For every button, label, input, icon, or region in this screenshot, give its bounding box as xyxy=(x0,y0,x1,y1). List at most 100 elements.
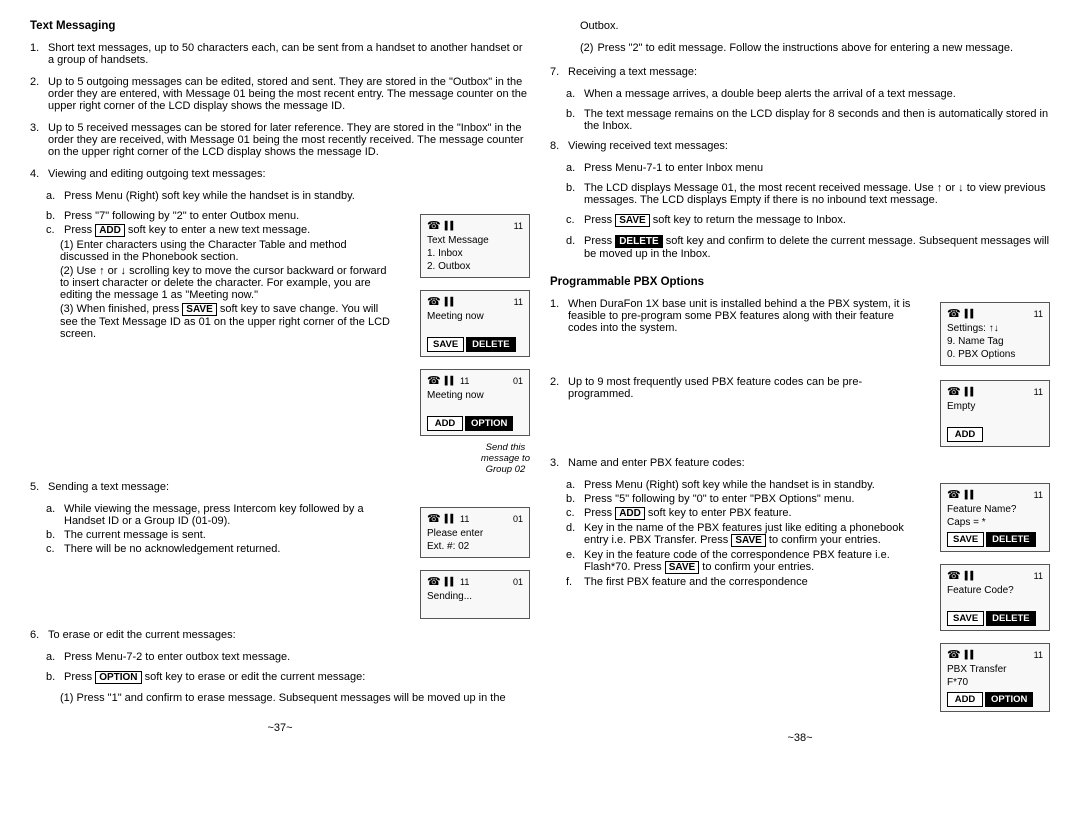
phone-icon: ☎ xyxy=(427,219,441,232)
signal-icon: ▌▌ xyxy=(965,387,976,396)
save-btn: SAVE xyxy=(427,337,464,352)
option-btn: OPTION xyxy=(465,416,513,431)
device-screen: Settings: ↑↓ 9. Name Tag 0. PBX Options xyxy=(947,322,1043,361)
list-item: a. When a message arrives, a double beep… xyxy=(566,88,1050,100)
list-item: (1) Enter characters using the Character… xyxy=(60,239,390,263)
list-item: 5. Sending a text message: xyxy=(30,481,530,493)
message-counter: 11 xyxy=(1034,490,1043,500)
list-item: c. Press ADD soft key to enter PBX featu… xyxy=(566,507,912,520)
list-item: 4. Viewing and editing outgoing text mes… xyxy=(30,168,530,180)
list-item: b. The text message remains on the LCD d… xyxy=(566,108,1050,132)
list-item: b. The current message is sent. xyxy=(46,529,390,541)
add-key: ADD xyxy=(95,224,125,237)
phone-icon: ☎ xyxy=(427,295,441,308)
list-item: Outbox. xyxy=(580,20,1050,32)
list-item: b. Press "7" following by "2" to enter O… xyxy=(46,210,390,222)
list-item: b. The LCD displays Message 01, the most… xyxy=(566,182,1050,206)
list-item: 2. Up to 9 most frequently used PBX feat… xyxy=(550,376,912,400)
save-key: SAVE xyxy=(615,214,650,227)
signal-icon: ▌▌ xyxy=(445,577,456,586)
phone-icon: ☎ xyxy=(427,512,441,525)
device-buttons: ADD OPTION xyxy=(427,416,523,431)
balloon-text: Send thismessage toGroup 02 xyxy=(481,442,530,475)
lcd-device-1: ☎ ▌▌ 11 Text Message 1. Inbox 2. Outbox xyxy=(420,214,530,278)
signal-icon: ▌▌ xyxy=(445,221,456,230)
device-screen: Empty xyxy=(947,400,1043,424)
list-item: c. There will be no acknowledgement retu… xyxy=(46,543,390,555)
list-item: c. Press SAVE soft key to return the mes… xyxy=(566,214,1050,227)
lcd-device-6: ☎ ▌▌ 11 Settings: ↑↓ 9. Name Tag 0. PBX … xyxy=(940,302,1050,366)
message-counter: 11 xyxy=(1034,309,1043,319)
signal-icon: ▌▌ xyxy=(445,297,456,306)
lcd-device-4: ☎ ▌▌ 11 01 Please enter Ext. #: 02 xyxy=(420,507,530,558)
signal-icon: ▌▌ xyxy=(965,571,976,580)
list-item: c. Press ADD soft key to enter a new tex… xyxy=(46,224,390,237)
section-title-pbx: Programmable PBX Options xyxy=(550,276,1050,288)
page-number-left: ~37~ xyxy=(30,722,530,734)
phone-icon: ☎ xyxy=(947,488,961,501)
signal-icon: ▌▌ xyxy=(965,490,976,499)
list-item: a. While viewing the message, press Inte… xyxy=(46,503,390,527)
message-counter: 11 xyxy=(1034,571,1043,581)
list-item: 3. Name and enter PBX feature codes: xyxy=(550,457,1050,469)
list-item: a. Press Menu (Right) soft key while the… xyxy=(566,479,912,491)
save-btn: SAVE xyxy=(947,611,984,626)
right-column: Outbox. (2) Press "2" to edit message. F… xyxy=(550,20,1050,744)
phone-icon: ☎ xyxy=(947,569,961,582)
list-item: a. Press Menu (Right) soft key while the… xyxy=(46,190,530,202)
list-item: d. Key in the name of the PBX features j… xyxy=(566,522,912,547)
signal-icon: ▌▌ xyxy=(965,650,976,659)
list-item: b. Press OPTION soft key to erase or edi… xyxy=(46,671,530,684)
device-screen: Sending... xyxy=(427,590,523,614)
list-item: (1) Press "1" and confirm to erase messa… xyxy=(60,692,530,704)
phone-icon: ☎ xyxy=(947,385,961,398)
signal-icon: ▌▌ xyxy=(965,309,976,318)
save-key: SAVE xyxy=(182,303,217,316)
lcd-device-5: ☎ ▌▌ 11 01 Sending... xyxy=(420,570,530,619)
delete-btn: DELETE xyxy=(986,611,1035,626)
device-screen: Please enter Ext. #: 02 xyxy=(427,527,523,553)
device-buttons: ADD xyxy=(947,427,1043,442)
device-screen: Feature Code? xyxy=(947,584,1043,608)
device-screen: Meeting now xyxy=(427,310,523,334)
save-key: SAVE xyxy=(665,561,700,574)
signal-icon: ▌▌ xyxy=(445,376,456,385)
signal-icon: ▌▌ xyxy=(445,514,456,523)
device-screen: PBX Transfer F*70 xyxy=(947,663,1043,689)
delete-key: DELETE xyxy=(615,235,662,248)
save-key: SAVE xyxy=(731,534,766,547)
message-counter: 11 xyxy=(1034,387,1043,397)
list-item: b. Press "5" following by "0" to enter "… xyxy=(566,493,912,505)
device-buttons: SAVE DELETE xyxy=(427,337,523,352)
device-screen: Meeting now xyxy=(427,389,523,413)
phone-icon: ☎ xyxy=(947,648,961,661)
save-btn: SAVE xyxy=(947,532,984,547)
list-item: (3) When finished, press SAVE soft key t… xyxy=(60,303,390,340)
add-key: ADD xyxy=(615,507,645,520)
lcd-device-10: ☎ ▌▌ 11 PBX Transfer F*70 ADD OPTION xyxy=(940,643,1050,712)
list-item: f. The first PBX feature and the corresp… xyxy=(566,576,912,588)
phone-icon: ☎ xyxy=(427,575,441,588)
lcd-device-2: ☎ ▌▌ 11 Meeting now SAVE DELETE xyxy=(420,290,530,357)
list-item: (2) Press "2" to edit message. Follow th… xyxy=(580,42,1050,54)
device-buttons: SAVE DELETE xyxy=(947,611,1043,626)
option-key: OPTION xyxy=(95,671,141,684)
list-item: 1. When DuraFon 1X base unit is installe… xyxy=(550,298,912,334)
list-item: a. Press Menu-7-1 to enter Inbox menu xyxy=(566,162,1050,174)
list-item: 2. Up to 5 outgoing messages can be edit… xyxy=(30,76,530,112)
message-counter: 11 xyxy=(514,221,523,231)
lcd-device-8: ☎ ▌▌ 11 Feature Name? Caps = * SAVE DELE… xyxy=(940,483,1050,552)
device-screen: Feature Name? Caps = * xyxy=(947,503,1043,529)
device-buttons: ADD OPTION xyxy=(947,692,1043,707)
section-title-text-messaging: Text Messaging xyxy=(30,20,530,32)
list-item: e. Key in the feature code of the corres… xyxy=(566,549,912,574)
message-counter: 11 xyxy=(1034,650,1043,660)
list-item: 7. Receiving a text message: xyxy=(550,66,1050,78)
list-item: 6. To erase or edit the current messages… xyxy=(30,629,530,641)
message-counter: 11 xyxy=(514,297,523,307)
device-screen: Text Message 1. Inbox 2. Outbox xyxy=(427,234,523,273)
list-item: 8. Viewing received text messages: xyxy=(550,140,1050,152)
option-btn: OPTION xyxy=(985,692,1033,707)
list-item: 1. Short text messages, up to 50 charact… xyxy=(30,42,530,66)
add-btn: ADD xyxy=(427,416,463,431)
